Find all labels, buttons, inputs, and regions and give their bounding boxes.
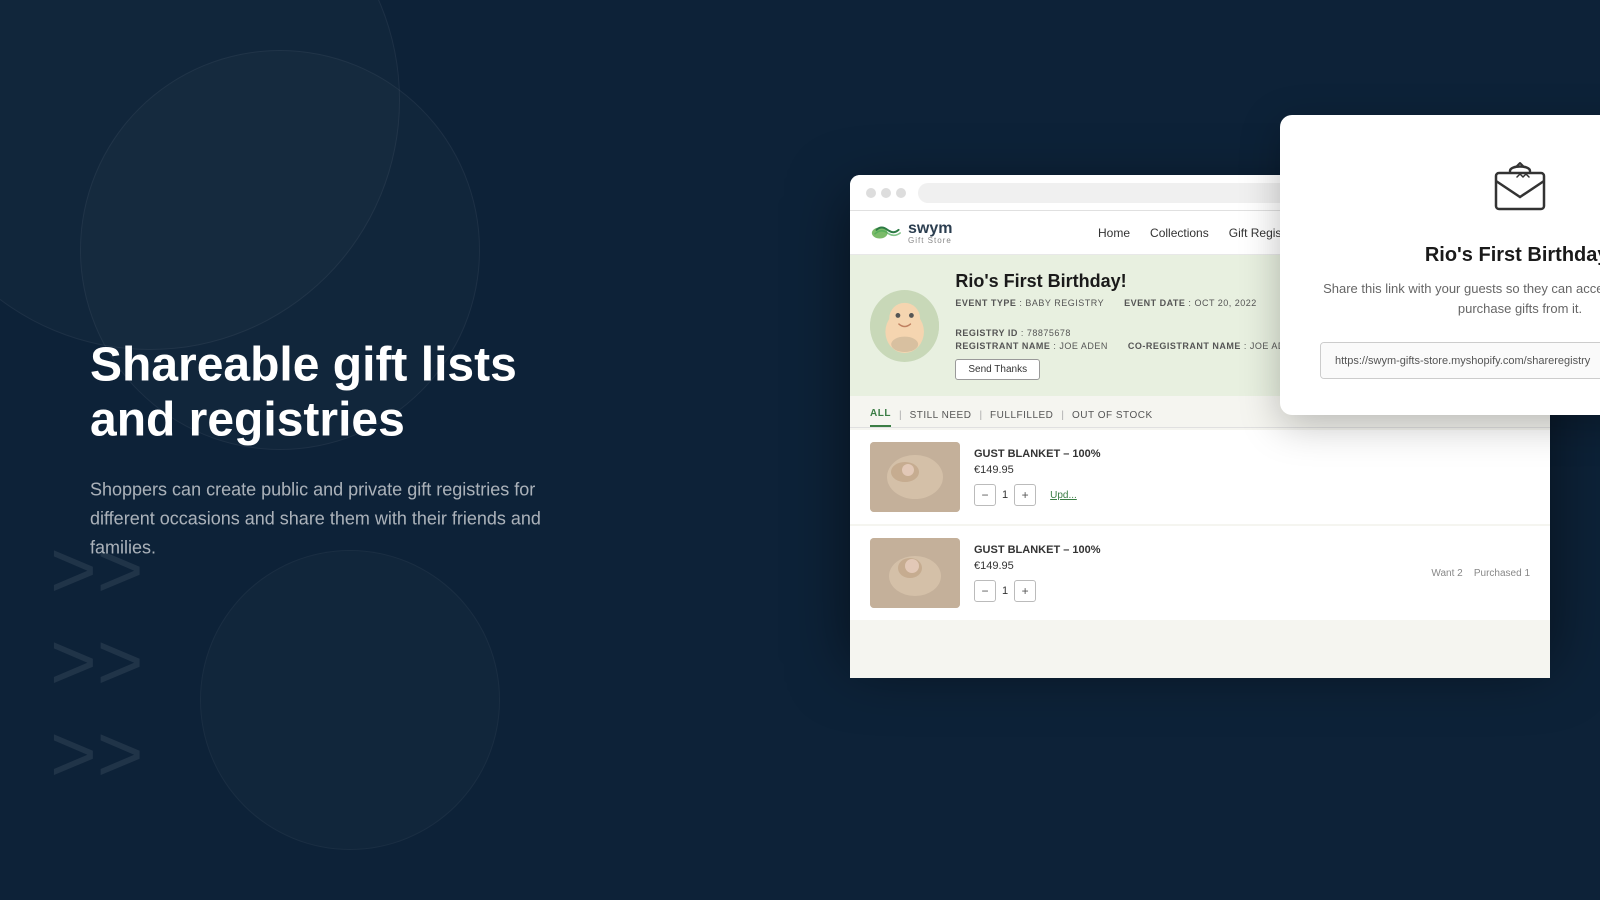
product-price-2: €149.95 bbox=[974, 560, 1417, 572]
browser-dot-3 bbox=[896, 188, 906, 198]
bg-decoration-3 bbox=[200, 550, 500, 850]
product-name-1: GUST BLANKET – 100% bbox=[974, 448, 1530, 460]
registry-id-value: 78875678 bbox=[1027, 328, 1071, 338]
share-modal: Rio's First Birthday! Share this link wi… bbox=[1280, 115, 1600, 415]
table-row: GUST BLANKET – 100% €149.95 − 1 + Want 2… bbox=[850, 526, 1550, 620]
qty-increase-1[interactable]: + bbox=[1014, 484, 1036, 506]
event-type-label: EVENT TYPE bbox=[955, 298, 1016, 308]
product-details-1: GUST BLANKET – 100% €149.95 − 1 + Upd... bbox=[974, 448, 1530, 506]
modal-description: Share this link with your guests so they… bbox=[1320, 279, 1600, 318]
tab-fullfilled[interactable]: FULLFILLED bbox=[990, 406, 1053, 425]
main-heading: Shareable gift listsand registries bbox=[90, 338, 560, 448]
registry-id: REGISTRY ID : 78875678 bbox=[955, 328, 1071, 338]
send-thanks-button[interactable]: Send Thanks bbox=[955, 359, 1040, 380]
tab-all[interactable]: ALL bbox=[870, 404, 891, 427]
event-date-value: OCT 20, 2022 bbox=[1194, 298, 1256, 308]
table-row: GUST BLANKET – 100% €149.95 − 1 + Upd... bbox=[850, 430, 1550, 524]
share-url-input[interactable] bbox=[1321, 343, 1600, 378]
products-area: GUST BLANKET – 100% €149.95 − 1 + Upd... bbox=[850, 428, 1550, 678]
qty-value-1: 1 bbox=[1002, 489, 1008, 501]
tab-sep-3: | bbox=[1061, 410, 1064, 421]
purchased-value: 1 bbox=[1524, 568, 1530, 579]
event-type-value: BABY REGISTRY bbox=[1025, 298, 1104, 308]
logo-text-wrapper: swym Gift Store bbox=[908, 221, 952, 245]
coregistrant: CO-REGISTRANT NAME : JOE ADEN bbox=[1128, 341, 1299, 351]
tab-sep-2: | bbox=[979, 410, 982, 421]
qty-decrease-2[interactable]: − bbox=[974, 580, 996, 602]
avatar bbox=[870, 290, 939, 362]
logo-gift-text: Gift Store bbox=[908, 237, 952, 245]
qty-increase-2[interactable]: + bbox=[1014, 580, 1036, 602]
product-name-2: GUST BLANKET – 100% bbox=[974, 544, 1417, 556]
tab-still-need[interactable]: STILL NEED bbox=[910, 406, 972, 425]
product-details-2: GUST BLANKET – 100% €149.95 − 1 + bbox=[974, 544, 1417, 602]
registry-icon bbox=[1488, 155, 1552, 219]
nav-link-collections[interactable]: Collections bbox=[1150, 226, 1209, 240]
qty-value-2: 1 bbox=[1002, 585, 1008, 597]
registrant-value: JOE ADEN bbox=[1059, 341, 1108, 351]
sub-text: Shoppers can create public and private g… bbox=[90, 476, 560, 562]
product-right-2: Want 2 Purchased 1 bbox=[1431, 568, 1530, 579]
tab-out-of-stock[interactable]: OUT OF STOCK bbox=[1072, 406, 1153, 425]
left-section: Shareable gift listsand registries Shopp… bbox=[90, 338, 560, 563]
share-url-row: SHARE bbox=[1320, 342, 1600, 379]
product-image-2 bbox=[870, 538, 960, 608]
product-price-1: €149.95 bbox=[974, 464, 1530, 476]
qty-decrease-1[interactable]: − bbox=[974, 484, 996, 506]
want-value: 2 bbox=[1457, 568, 1463, 579]
modal-icon bbox=[1320, 155, 1600, 224]
browser-dot-2 bbox=[881, 188, 891, 198]
browser-dots bbox=[866, 188, 906, 198]
registrant: REGISTRANT NAME : JOE ADEN bbox=[955, 341, 1108, 351]
navbar-links: Home Collections Gift Registry ▾ bbox=[1098, 226, 1304, 240]
product-image-1 bbox=[870, 442, 960, 512]
want-label: Want 2 Purchased 1 bbox=[1431, 568, 1530, 579]
browser-dot-1 bbox=[866, 188, 876, 198]
event-date: EVENT DATE : OCT 20, 2022 bbox=[1124, 298, 1257, 308]
quantity-control-2: − 1 + bbox=[974, 580, 1417, 602]
coregistrant-label: CO-REGISTRANT NAME bbox=[1128, 341, 1241, 351]
swym-logo-icon bbox=[870, 222, 902, 244]
navbar-logo: swym Gift Store bbox=[870, 221, 952, 245]
quantity-control-1: − 1 + Upd... bbox=[974, 484, 1530, 506]
event-date-label: EVENT DATE bbox=[1124, 298, 1185, 308]
tab-sep-1: | bbox=[899, 410, 902, 421]
bg-arrows: >>>>>> bbox=[50, 524, 143, 800]
nav-link-home[interactable]: Home bbox=[1098, 226, 1130, 240]
update-link-1[interactable]: Upd... bbox=[1050, 490, 1077, 501]
registry-id-label: REGISTRY ID bbox=[955, 328, 1018, 338]
logo-swym-text: swym bbox=[908, 221, 952, 237]
modal-title: Rio's First Birthday! bbox=[1320, 244, 1600, 267]
registrant-label: REGISTRANT NAME bbox=[955, 341, 1050, 351]
event-type: EVENT TYPE : BABY REGISTRY bbox=[955, 298, 1104, 308]
